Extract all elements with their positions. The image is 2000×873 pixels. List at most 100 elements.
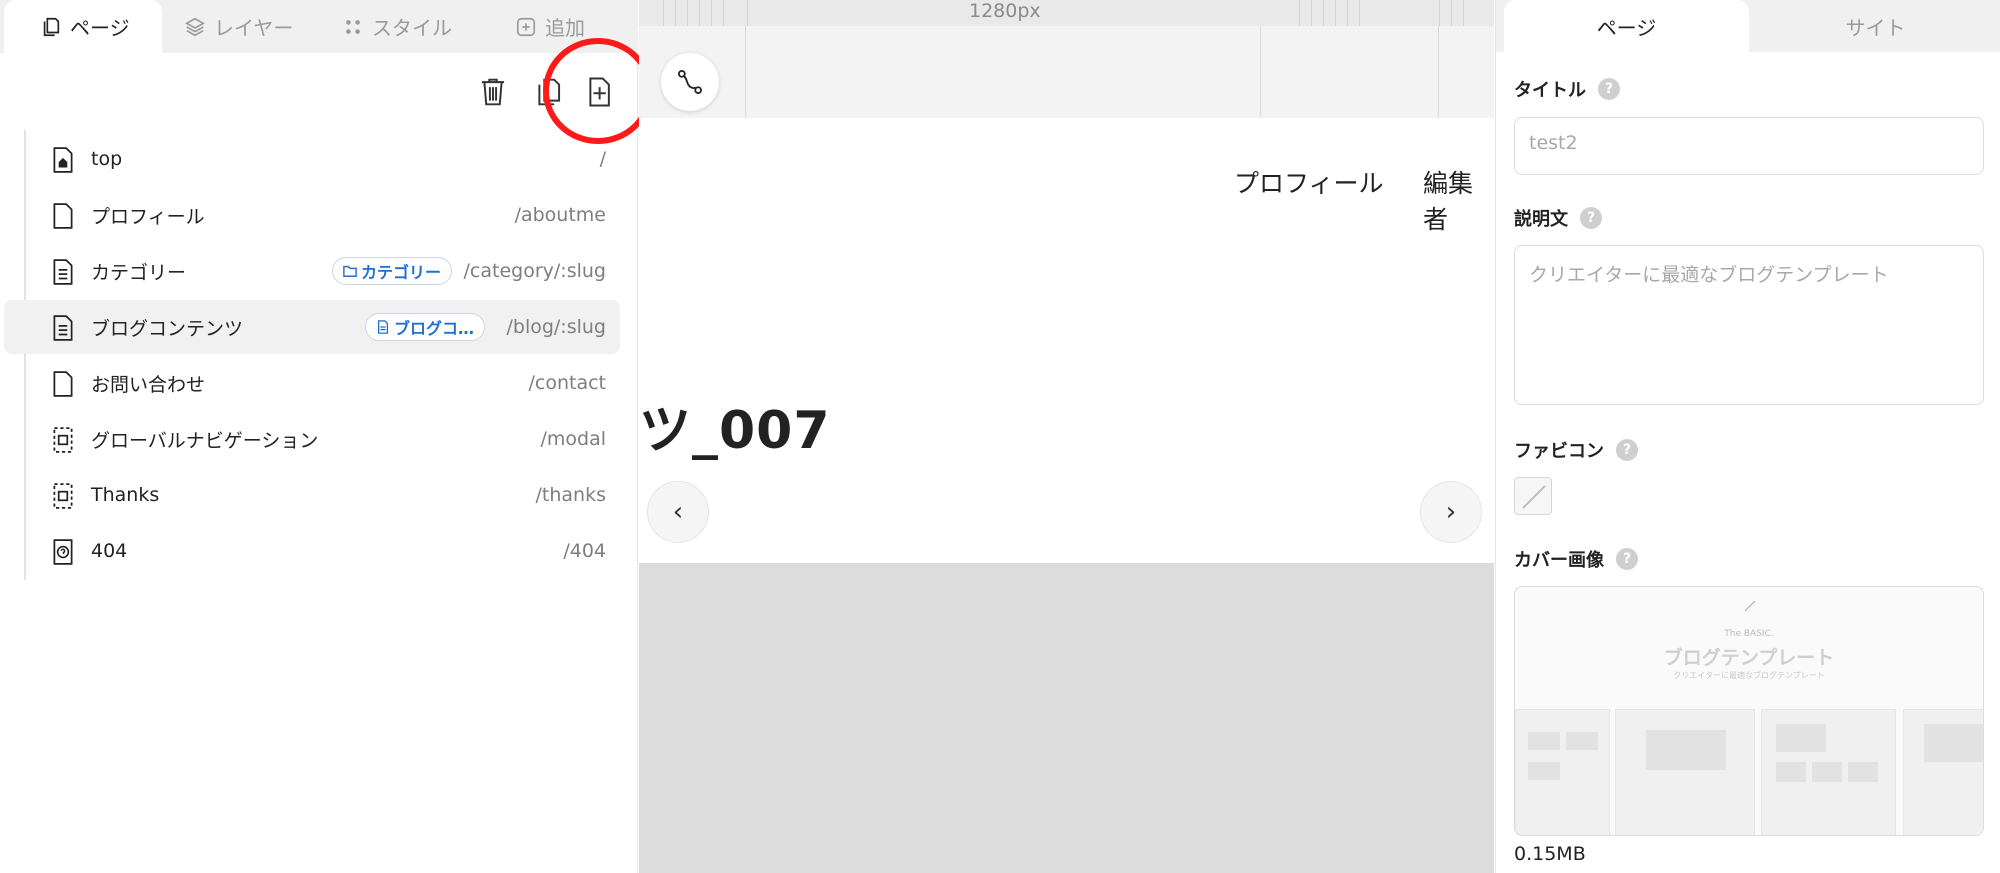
ruler-tick <box>1463 0 1464 26</box>
trash-icon <box>481 78 505 106</box>
cover-thumbnail <box>1903 709 1983 835</box>
tab-page-settings[interactable]: ページ <box>1504 0 1749 52</box>
page-path: /modal <box>540 428 606 450</box>
description-textarea[interactable]: クリエイターに最適なブログテンプレート <box>1514 245 1984 405</box>
cover-thumbnail <box>1761 709 1896 835</box>
page-name: プロフィール <box>91 205 205 228</box>
cover-thumbnail <box>1515 709 1610 835</box>
pencil-icon <box>1744 600 1756 612</box>
page-path: /404 <box>563 540 606 562</box>
thumb-block <box>1566 732 1598 750</box>
ruler-tick <box>1335 0 1336 26</box>
description-placeholder: クリエイターに最適なブログテンプレート <box>1529 264 1889 286</box>
ruler-tick <box>699 0 700 26</box>
tab-pages-label: ページ <box>70 16 130 40</box>
preview-prev-button[interactable]: ‹ <box>647 481 709 543</box>
ruler-tick <box>1451 0 1452 26</box>
document-small-icon <box>377 320 389 334</box>
page-path: / <box>599 148 606 170</box>
description-field-label: 説明文 ? <box>1514 205 1602 231</box>
ruler-tick <box>747 0 748 26</box>
modal-icon <box>53 427 73 453</box>
tab-label: サイト <box>1845 15 1906 40</box>
modal-icon <box>53 483 73 509</box>
page-row-thanks[interactable]: Thanks /thanks <box>4 468 620 522</box>
tab-add[interactable]: 追加 <box>515 0 625 53</box>
thumb-block <box>1848 762 1878 782</box>
duplicate-icon <box>538 78 561 106</box>
category-tag[interactable]: カテゴリー <box>332 257 453 285</box>
ruler-tick <box>663 0 664 26</box>
tag-label: ブログコ… <box>394 319 475 338</box>
title-input[interactable]: test2 <box>1514 117 1984 175</box>
preview-nav-editor[interactable]: 編集者 <box>1423 164 1494 236</box>
page-row-profile[interactable]: プロフィール /aboutme <box>4 188 620 242</box>
title-field-label: タイトル ? <box>1514 76 1620 102</box>
connect-button[interactable] <box>661 53 719 111</box>
duplicate-page-button[interactable] <box>530 72 566 112</box>
ruler-tick <box>1439 0 1440 26</box>
thumb-block <box>1528 732 1560 750</box>
page-name: Thanks <box>91 484 160 506</box>
collection-tag[interactable]: ブログコ… <box>365 313 486 341</box>
empty-image-icon <box>1522 485 1546 509</box>
plus-square-icon <box>516 17 536 36</box>
page-icon <box>53 203 73 229</box>
ruler-tick <box>1347 0 1348 26</box>
help-icon[interactable]: ? <box>1616 548 1638 570</box>
page-path: /contact <box>528 372 606 394</box>
design-canvas[interactable]: 1280px プロフィール 編集者 ツ_007 ‹ › <box>639 0 1494 873</box>
page-path: /category/:slug <box>463 260 606 282</box>
style-icon <box>346 19 360 34</box>
delete-page-button[interactable] <box>475 72 511 112</box>
tab-label: ページ <box>1596 15 1657 40</box>
tab-site-settings[interactable]: サイト <box>1753 0 1998 52</box>
tab-pages[interactable]: ページ <box>4 0 162 53</box>
page-row-category[interactable]: カテゴリー カテゴリー /category/:slug <box>4 244 620 298</box>
preview-next-button[interactable]: › <box>1420 481 1482 543</box>
not-found-icon <box>53 539 73 565</box>
pages-icon <box>43 17 60 36</box>
layers-icon <box>185 17 205 36</box>
ruler-tick <box>1323 0 1324 26</box>
left-tabbar: ページ レイヤー スタイル 追加 <box>0 0 638 53</box>
connect-nodes-icon <box>677 69 703 95</box>
page-path: /aboutme <box>514 204 606 226</box>
help-icon[interactable]: ? <box>1598 78 1620 100</box>
page-row-blog[interactable]: ブログコンテンツ ブログコ… /blog/:slug <box>4 300 620 354</box>
tab-layers[interactable]: レイヤー <box>184 0 334 53</box>
ruler-width-label: 1280px <box>969 0 1041 22</box>
preview-nav-profile[interactable]: プロフィール <box>1234 164 1384 200</box>
label-text: カバー画像 <box>1514 550 1604 571</box>
pages-panel: ページ レイヤー スタイル 追加 top / プロフィール /aboutme カ… <box>0 0 653 873</box>
thumb-block <box>1528 762 1560 780</box>
cover-image-upload[interactable]: The BASIC. ブログテンプレート クリエイターに最適なブログテンプレート <box>1514 586 1984 836</box>
thumb-block <box>1812 762 1842 782</box>
page-row-404[interactable]: 404 /404 <box>4 524 620 578</box>
page-row-contact[interactable]: お問い合わせ /contact <box>4 356 620 410</box>
ruler-tick <box>723 0 724 26</box>
label-text: ファビコン <box>1514 441 1604 462</box>
properties-panel: ページ サイト タイトル ? test2 説明文 ? クリエイターに最適なブログ… <box>1495 0 2000 873</box>
favicon-upload[interactable] <box>1514 477 1552 515</box>
page-name: カテゴリー <box>91 261 187 284</box>
thumb-block <box>1646 730 1726 770</box>
page-icon <box>53 371 73 397</box>
breakpoint-line <box>1438 26 1439 118</box>
cover-brand-text: The BASIC. <box>1724 629 1774 639</box>
document-icon <box>53 259 73 285</box>
page-preview[interactable]: プロフィール 編集者 ツ_007 ‹ › <box>639 118 1494 563</box>
chevron-left-icon: ‹ <box>672 497 684 527</box>
chevron-right-icon: › <box>1445 497 1457 527</box>
page-row-top[interactable]: top / <box>4 132 620 186</box>
breakpoint-line <box>745 26 746 118</box>
cover-thumbnail <box>1615 709 1755 835</box>
page-name: グローバルナビゲーション <box>91 429 319 452</box>
home-page-icon <box>53 147 73 173</box>
help-icon[interactable]: ? <box>1580 207 1602 229</box>
add-page-button[interactable] <box>581 72 617 112</box>
help-icon[interactable]: ? <box>1616 439 1638 461</box>
thumb-block <box>1924 724 1983 762</box>
tab-style[interactable]: スタイル <box>342 0 492 53</box>
page-row-global-nav[interactable]: グローバルナビゲーション /modal <box>4 412 620 466</box>
